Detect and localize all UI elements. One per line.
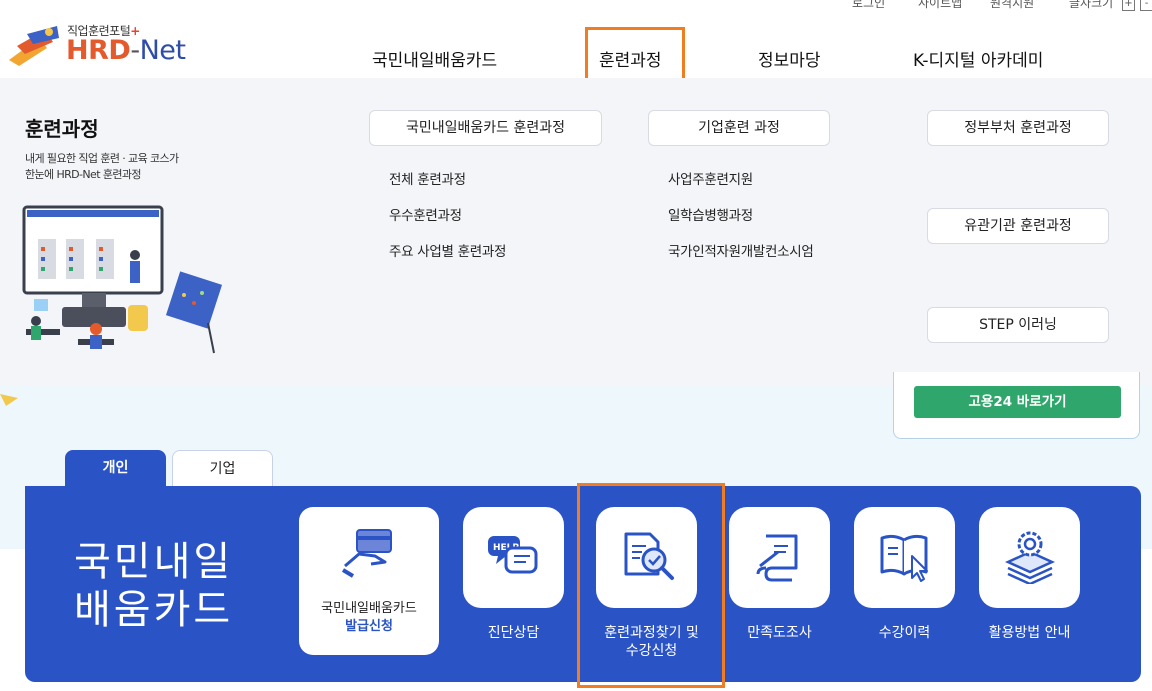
link-all-training[interactable]: 전체 훈련과정 — [389, 168, 466, 188]
mega-desc-line2: 한눈에 HRD-Net 훈련과정 — [25, 168, 142, 181]
mega-title: 훈련과정 — [25, 117, 99, 141]
government-training-button[interactable]: 정부부처 훈련과정 — [927, 110, 1109, 146]
help-chat-icon: HELP — [488, 536, 538, 574]
highlight-box-find-training — [577, 483, 725, 688]
agency-training-button[interactable]: 유관기관 훈련과정 — [927, 208, 1109, 244]
link-consortium[interactable]: 국가인적자원개발컨소시엄 — [668, 240, 814, 260]
login-link[interactable]: 로그인 — [852, 0, 885, 11]
step-elearning-button[interactable]: STEP 이러닝 — [927, 307, 1109, 343]
mega-desc-line1: 내게 필요한 직업 훈련 · 교육 코스가 — [25, 152, 179, 165]
service-diagnosis-label: 진단상담 — [487, 625, 540, 641]
service-survey-label: 만족도조사 — [747, 625, 812, 641]
corporate-training-header[interactable]: 기업훈련 과정 — [648, 110, 830, 146]
panel-title: 국민내일 배움카드 — [74, 539, 234, 633]
link-employer-support[interactable]: 사업주훈련지원 — [668, 168, 753, 188]
font-decrease-button[interactable]: - — [1140, 0, 1152, 11]
remote-support-link[interactable]: 원격지원 — [990, 0, 1034, 11]
logo-emblem-icon — [9, 26, 59, 66]
training-illustration — [22, 205, 223, 354]
logo-wordmark: HRD-Net — [66, 35, 186, 66]
banner-decoration-icon — [0, 394, 18, 406]
font-increase-button[interactable]: + — [1122, 0, 1135, 11]
service-history-label: 수강이력 — [878, 625, 931, 641]
gnb-card[interactable]: 국민내일배움카드 — [372, 46, 497, 71]
font-size-label: 글자크기 — [1069, 0, 1114, 10]
tab-individual[interactable]: 개인 — [65, 450, 166, 487]
tab-corporate[interactable]: 기업 — [172, 450, 273, 487]
service-apply-label: 국민내일배움카드 발급신청 — [321, 601, 417, 634]
book-cursor-icon — [880, 534, 928, 582]
link-work-study[interactable]: 일학습병행과정 — [668, 204, 753, 224]
gnb-k-digital[interactable]: K-디지털 아카데미 — [913, 46, 1043, 71]
gnb-info[interactable]: 정보마당 — [758, 46, 821, 71]
service-guide-label: 활용방법 안내 — [988, 625, 1071, 641]
pen-paper-icon — [756, 534, 798, 582]
sitemap-link[interactable]: 사이트맵 — [918, 0, 962, 11]
link-excellent-training[interactable]: 우수훈련과정 — [389, 204, 462, 224]
link-business-training[interactable]: 주요 사업별 훈련과정 — [389, 240, 506, 260]
card-training-header[interactable]: 국민내일배움카드 훈련과정 — [369, 110, 602, 146]
goyong24-button[interactable]: 고용24 바로가기 — [914, 386, 1121, 418]
card-hand-icon — [341, 529, 392, 578]
highlight-box-gnb — [585, 27, 685, 81]
gear-layers-icon — [1004, 531, 1056, 584]
